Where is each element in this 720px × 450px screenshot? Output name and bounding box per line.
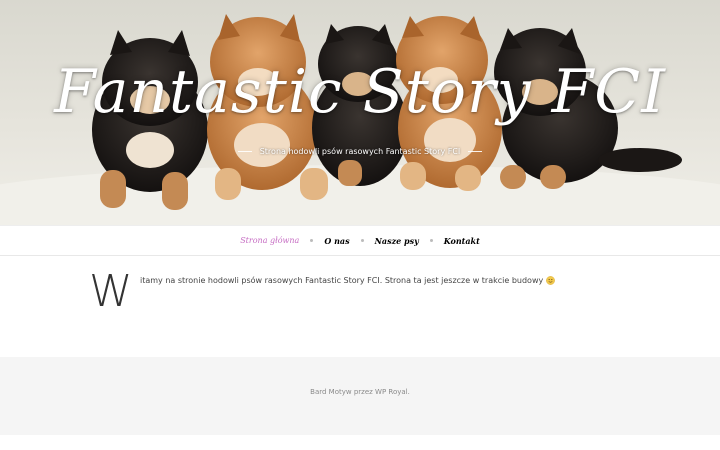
footer-credit[interactable]: Bard Motyw przez WP Royal. [0, 388, 720, 396]
tagline-line-right [468, 150, 483, 152]
intro-paragraph: itamy na stronie hodowli psów rasowych F… [140, 276, 556, 285]
nav-item-our-dogs[interactable]: Nasze psy [375, 236, 419, 246]
nav-separator [360, 239, 364, 242]
site-tagline: Strona hodowli psów rasowych Fantastic S… [259, 146, 461, 156]
tagline-row: Strona hodowli psów rasowych Fantastic S… [0, 144, 720, 158]
bottom-strip [0, 435, 720, 450]
page-content: W itamy na stronie hodowli psów rasowych… [0, 256, 720, 357]
main-navigation: Strona główna O nas Nasze psy Kontakt [0, 225, 720, 256]
nav-separator [429, 239, 433, 242]
nav-item-contact[interactable]: Kontakt [444, 236, 480, 246]
nav-separator [310, 239, 314, 242]
smile-icon [546, 276, 556, 285]
header-hero: Fantastic Story FCI Strona hodowli psów … [0, 0, 720, 225]
site-title[interactable]: Fantastic Story FCI [0, 62, 720, 122]
intro-text: itamy na stronie hodowli psów rasowych F… [140, 276, 544, 285]
nav-item-home[interactable]: Strona główna [240, 236, 299, 245]
nav-item-about[interactable]: O nas [324, 236, 349, 246]
dropcap-letter: W [89, 266, 133, 317]
tagline-line-left [237, 150, 252, 152]
site-footer: Bard Motyw przez WP Royal. [0, 357, 720, 435]
